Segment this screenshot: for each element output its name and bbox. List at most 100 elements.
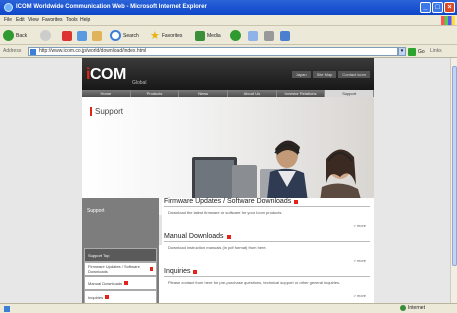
menu-tools[interactable]: Tools [66, 17, 78, 23]
favorites-button[interactable]: ★ Favorites [150, 29, 182, 42]
section-title[interactable]: Inquiries [164, 268, 370, 277]
media-button[interactable]: Media [195, 29, 221, 42]
go-label: Go [418, 48, 425, 55]
sidebar-item-firmware[interactable]: Firmware Updates / Software Downloads [84, 262, 157, 276]
heading-accent [90, 107, 92, 116]
address-dropdown-icon[interactable]: ▾ [398, 47, 406, 56]
icom-page: iCOM Global Japan Site Map Contact Icom … [82, 58, 375, 303]
header-link-contact[interactable]: Contact Icom [338, 71, 370, 78]
arrow-icon [294, 199, 299, 204]
arrow-icon [105, 295, 110, 299]
refresh-icon [77, 30, 87, 41]
history-icon [230, 30, 241, 41]
links-button[interactable]: Links [430, 48, 442, 54]
address-input[interactable]: http://www.icom.co.jp/world/download/ind… [28, 47, 398, 56]
security-zone: Internet [400, 305, 425, 311]
menu-edit[interactable]: Edit [16, 17, 25, 23]
menu-file[interactable]: File [4, 17, 12, 23]
edit-button[interactable] [280, 29, 290, 42]
windows-logo-icon [441, 16, 455, 25]
home-button[interactable] [92, 29, 102, 42]
favorites-label: Favorites [161, 32, 183, 39]
arrow-icon [124, 281, 129, 285]
home-icon [92, 30, 102, 41]
nav-investor[interactable]: Investor Relations [277, 90, 326, 97]
menu-favorites[interactable]: Favorites [42, 17, 63, 23]
nav-home[interactable]: Home [82, 90, 131, 97]
print-button[interactable] [264, 29, 274, 42]
page-icon [30, 49, 36, 55]
nav-products[interactable]: Products [131, 90, 180, 97]
site-nav: Home Products News About Us Investor Rel… [82, 90, 375, 97]
page-status-icon [4, 306, 10, 312]
back-button[interactable]: Back [3, 29, 27, 42]
address-bar: Address http://www.icom.co.jp/world/down… [0, 45, 457, 58]
more-link[interactable]: > more [353, 293, 366, 298]
star-icon: ★ [150, 30, 160, 42]
edit-icon [280, 30, 290, 41]
scroll-thumb[interactable] [452, 66, 457, 266]
menu-help[interactable]: Help [80, 17, 90, 23]
mail-icon [248, 30, 258, 41]
forward-button[interactable] [40, 29, 51, 42]
go-button[interactable]: Go [408, 47, 425, 56]
title-bar: ICOM Worldwide Communication Web - Micro… [0, 0, 457, 15]
section-description: Please contact from here for pre-purchas… [168, 280, 341, 285]
maximize-button[interactable]: □ [432, 2, 443, 13]
address-label: Address [3, 48, 22, 54]
globe-icon [400, 305, 406, 311]
search-button[interactable]: Search [110, 29, 139, 42]
status-bar: Internet [0, 303, 457, 313]
go-arrow-icon [408, 47, 416, 56]
address-url: http://www.icom.co.jp/world/download/ind… [39, 48, 147, 54]
header-links: Japan Site Map Contact Icom [291, 71, 370, 78]
arrow-icon [149, 267, 153, 271]
back-arrow-icon [3, 30, 14, 41]
search-icon [110, 30, 121, 41]
sidebar-item-manuals[interactable]: Manual Downloads [84, 276, 157, 290]
section-manuals: Manual Downloads Download instruction ma… [164, 233, 370, 263]
sidebar: Support Support Top Firmware Updates / S… [82, 198, 159, 303]
ie-icon [4, 3, 13, 12]
search-label: Search [123, 32, 139, 39]
media-icon [195, 30, 205, 41]
logo-subtitle: Global [132, 80, 147, 86]
section-inquiries: Inquiries Please contact from here for p… [164, 268, 370, 298]
section-firmware: Firmware Updates / Software Downloads Do… [164, 198, 370, 228]
stop-button[interactable] [62, 29, 72, 42]
history-button[interactable] [230, 29, 241, 42]
section-description: Download the latest firmware or software… [168, 210, 283, 215]
nav-support[interactable]: Support [325, 90, 375, 97]
media-label: Media [207, 32, 221, 39]
forward-arrow-icon [40, 30, 51, 41]
header-link-sitemap[interactable]: Site Map [312, 71, 337, 78]
window-title: ICOM Worldwide Communication Web - Micro… [16, 4, 207, 10]
refresh-button[interactable] [77, 29, 87, 42]
print-icon [264, 30, 274, 41]
sidebar-item-inquiries[interactable]: Inquiries [84, 290, 157, 303]
header-link-japan[interactable]: Japan [291, 71, 311, 78]
icom-logo[interactable]: iCOM [86, 66, 126, 84]
stop-icon [62, 30, 72, 41]
nav-news[interactable]: News [179, 90, 229, 97]
arrow-icon [193, 269, 198, 274]
minimize-button[interactable]: _ [420, 2, 431, 13]
mail-button[interactable] [248, 29, 258, 42]
sidebar-title: Support [87, 208, 105, 214]
more-link[interactable]: > more [353, 223, 366, 228]
nav-about[interactable]: About Us [228, 90, 277, 97]
back-label: Back [16, 32, 28, 39]
browser-viewport: iCOM Global Japan Site Map Contact Icom … [0, 58, 450, 303]
page-heading: Support [90, 107, 123, 116]
content-area: Firmware Updates / Software Downloads Do… [162, 198, 374, 303]
menu-view[interactable]: View [28, 17, 39, 23]
close-button[interactable]: × [444, 2, 455, 13]
toolbar: Back Search ★ Favorites Media [0, 26, 457, 45]
arrow-icon [226, 234, 231, 239]
sidebar-item-support-top[interactable]: Support Top [84, 248, 157, 262]
vertical-scrollbar[interactable] [450, 58, 457, 303]
more-link[interactable]: > more [353, 258, 366, 263]
section-title[interactable]: Manual Downloads [164, 233, 370, 242]
section-title[interactable]: Firmware Updates / Software Downloads [164, 198, 370, 207]
menu-bar: File Edit View Favorites Tools Help [0, 15, 457, 26]
